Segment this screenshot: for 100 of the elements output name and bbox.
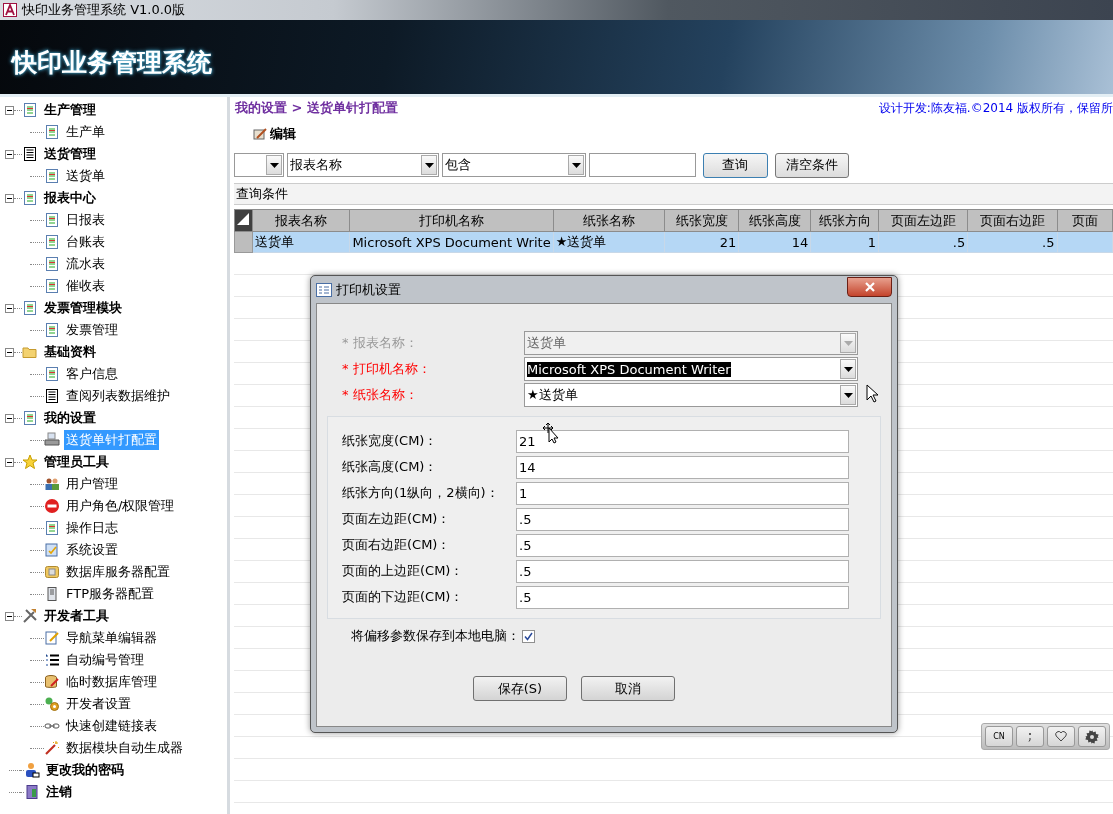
input-field[interactable]: .5 [516,533,849,557]
tree-item[interactable]: 注销 [44,782,74,802]
tree-item[interactable]: 发票管理 [64,320,120,340]
input-field[interactable]: 14 [516,455,849,479]
tree-item[interactable]: 客户信息 [64,364,120,384]
settings-button[interactable] [1078,726,1106,747]
column-header[interactable]: 纸张宽度 [664,209,739,232]
field-label: 纸张方向(1纵向，2横向)： [342,484,500,502]
tree-item[interactable]: 生产单 [64,122,107,142]
corner-triangle-icon [236,212,251,226]
folder-icon [22,344,38,360]
column-header[interactable]: 纸张高度 [738,209,811,232]
document-icon [44,520,60,536]
input-field[interactable]: .5 [516,559,849,583]
edit-button[interactable]: 编辑 [252,125,296,143]
logic-dropdown[interactable] [234,153,284,177]
field-label: * 报表名称： [342,334,419,352]
tree-item[interactable]: 流水表 [64,254,107,274]
select-all-corner[interactable] [234,209,253,232]
close-button[interactable] [847,276,892,297]
collapse-toggle[interactable] [5,347,14,357]
document-icon [22,102,38,118]
input-field[interactable]: .5 [516,585,849,609]
query-button[interactable]: 查询 [703,152,768,178]
field-label: * 打印机名称： [342,360,432,378]
tree-item[interactable]: 送货管理 [42,144,98,164]
tree-item[interactable]: 导航菜单编辑器 [64,628,159,648]
search-field[interactable] [589,153,696,177]
field-dropdown[interactable]: 报表名称 [287,153,439,177]
document-icon [22,300,38,316]
column-header[interactable]: 页面左边距 [878,209,968,232]
tree-item[interactable]: 送货单 [64,166,107,186]
tree-item[interactable]: 生产管理 [42,100,98,120]
tree-item[interactable]: 开发者工具 [42,606,111,626]
collapse-toggle[interactable] [5,105,14,115]
tree-item[interactable]: 自动编号管理 [64,650,146,670]
cancel-button[interactable]: 取消 [581,676,675,701]
caret-icon [843,366,853,372]
tree-item[interactable]: 更改我的密码 [44,760,126,780]
column-header[interactable]: 打印机名称 [349,209,554,232]
input-field[interactable]: 21 [516,429,849,453]
tree-item[interactable]: 管理员工具 [42,452,111,472]
caret-icon [571,162,581,168]
settings-icon [1085,729,1099,744]
save-local-checkbox[interactable] [522,629,535,643]
collapse-toggle[interactable] [5,611,14,621]
input-field[interactable]: .5 [516,507,849,531]
column-header[interactable]: 纸张名称 [553,209,665,232]
input-field[interactable]: 1 [516,481,849,505]
language-mode-button[interactable]: CN [985,726,1013,747]
tree-item[interactable]: 查阅列表数据维护 [64,386,172,406]
tree-item[interactable]: 日报表 [64,210,107,230]
column-header[interactable]: 报表名称 [252,209,350,232]
document-icon [44,366,60,382]
select-field[interactable]: ★送货单 [524,383,858,407]
field-label: 页面左边距(CM)： [342,510,452,528]
tools-icon [22,608,38,624]
tree-item[interactable]: 用户角色/权限管理 [64,496,177,516]
settings-icon [44,542,60,558]
field-label: 页面右边距(CM)： [342,536,452,554]
tree-item[interactable]: 系统设置 [64,540,120,560]
users-icon [44,476,60,492]
favorite-button[interactable] [1047,726,1075,747]
tree-item[interactable]: 快速创建链接表 [64,716,159,736]
collapse-toggle[interactable] [5,413,14,423]
heart-icon [1055,731,1067,742]
tree-item[interactable]: 报表中心 [42,188,98,208]
tree-item[interactable]: FTP服务器配置 [64,584,157,604]
column-header[interactable]: 页面 [1057,209,1113,232]
edit-icon [44,630,60,646]
clear-button[interactable]: 清空条件 [774,152,849,178]
tree-item[interactable]: 基础资料 [42,342,98,362]
tree-item[interactable]: 临时数据库管理 [64,672,159,692]
tree-item[interactable]: 开发者设置 [64,694,133,714]
edit-pencil-icon [252,126,268,142]
tree-item[interactable]: 用户管理 [64,474,120,494]
tree-item[interactable]: 操作日志 [64,518,120,538]
tree-item[interactable]: 发票管理模块 [42,298,124,318]
caret-icon [424,162,434,168]
collapse-toggle[interactable] [5,149,14,159]
tree-item[interactable]: 我的设置 [42,408,98,428]
window-title: 快印业务管理系统 V1.0.0版 [22,1,186,19]
collapse-toggle[interactable] [5,457,14,467]
operator-dropdown[interactable]: 包含 [442,153,586,177]
checkbox-label: 将偏移参数保存到本地电脑： [351,627,520,645]
tree-item[interactable]: 台账表 [64,232,107,252]
column-header[interactable]: 页面右边距 [967,209,1057,232]
tree-item[interactable]: 数据库服务器配置 [64,562,172,582]
save-button[interactable]: 保存(S) [473,676,567,701]
field-label: 纸张高度(CM)： [342,458,439,476]
table-cell: Microsoft XPS Document Write [349,231,554,253]
collapse-toggle[interactable] [5,303,14,313]
column-header[interactable]: 纸张方向 [810,209,879,232]
banner-title: 快印业务管理系统 [12,46,212,79]
select-field[interactable]: Microsoft XPS Document Writer [524,357,858,381]
tree-item[interactable]: 数据模块自动生成器 [64,738,185,758]
caret-icon [843,340,853,346]
tree-item[interactable]: 催收表 [64,276,107,296]
collapse-toggle[interactable] [5,193,14,203]
close-icon [864,281,875,292]
